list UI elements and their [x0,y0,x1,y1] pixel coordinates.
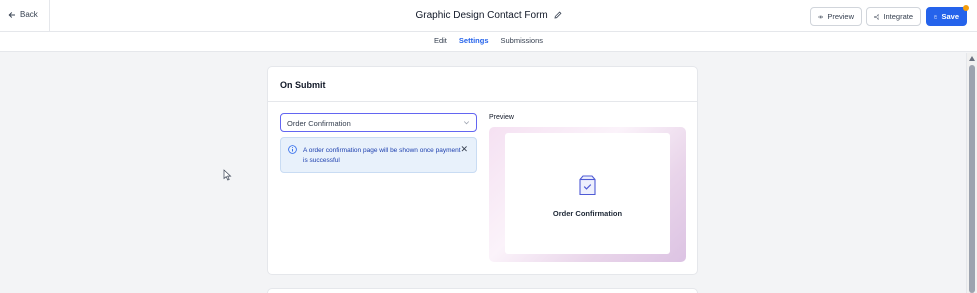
preview-title: Order Confirmation [552,209,623,218]
on-submit-select-value: Order Confirmation [287,119,351,128]
scroll-up-arrow-icon[interactable] [969,56,975,61]
mouse-pointer-icon [223,169,232,181]
form-title-text: Graphic Design Contact Form [415,10,548,21]
on-submit-select[interactable]: Order Confirmation [280,113,477,132]
tab-edit[interactable]: Edit [434,36,447,51]
top-bar: Back Graphic Design Contact Form Preview… [0,0,977,32]
preview-button-label: Preview [827,12,854,21]
on-submit-card: On Submit Order Confirmation A order con… [267,66,698,275]
info-icon [288,145,297,154]
integrate-button-label: Integrate [883,12,913,21]
next-card [267,288,698,293]
notification-dot [963,5,969,11]
tab-bar: Edit Settings Submissions [0,32,977,52]
integrate-button[interactable]: Integrate [866,7,921,26]
pencil-icon[interactable] [554,11,562,19]
package-check-icon [579,175,596,196]
tab-settings[interactable]: Settings [459,36,489,51]
preview-label: Preview [489,114,514,121]
close-icon[interactable]: ✕ [460,145,468,154]
chevron-down-icon [463,121,470,125]
alert-message: A order confirmation page will be shown … [303,147,461,164]
scroll-thumb[interactable] [969,65,975,293]
preview-panel: Order Confirmation [489,127,686,262]
preview-content: Order Confirmation [505,133,670,254]
share-nodes-icon [874,13,880,20]
save-button-label: Save [941,12,959,21]
on-submit-heading: On Submit [268,67,697,102]
vertical-scrollbar[interactable] [966,53,977,293]
preview-button[interactable]: Preview [810,7,862,26]
floppy-disk-icon [934,15,938,18]
tab-submissions[interactable]: Submissions [501,36,544,51]
save-button[interactable]: Save [926,5,969,26]
info-alert: A order confirmation page will be shown … [280,137,477,173]
eye-icon [818,15,824,18]
